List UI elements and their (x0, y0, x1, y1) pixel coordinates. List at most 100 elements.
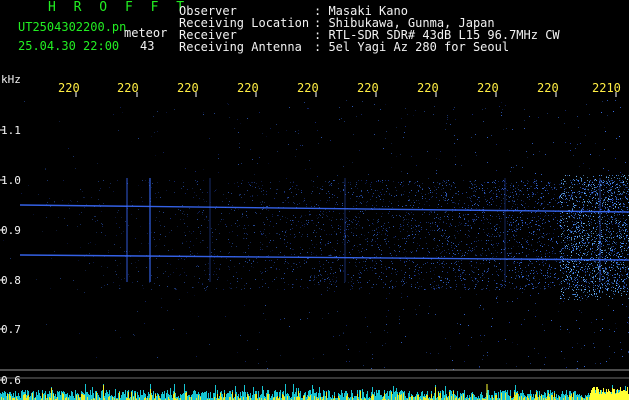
noise-pixel (488, 222, 489, 223)
noise-pixel (617, 184, 618, 185)
noise-pixel (374, 234, 375, 235)
noise-pixel (474, 223, 475, 224)
noise-pixel (321, 275, 322, 276)
noise-pixel (607, 207, 608, 208)
noise-pixel (480, 335, 481, 336)
noise-pixel (297, 267, 298, 268)
noise-pixel (452, 256, 453, 257)
noise-pixel (522, 276, 523, 277)
noise-pixel (550, 276, 551, 277)
noise-pixel (189, 231, 190, 232)
noise-pixel (430, 190, 431, 191)
noise-pixel (445, 129, 446, 130)
noise-pixel (519, 276, 520, 277)
noise-pixel (419, 245, 420, 246)
noise-pixel (564, 181, 565, 182)
noise-pixel (561, 183, 562, 184)
noise-pixel (86, 204, 87, 205)
noise-pixel (376, 273, 377, 274)
noise-pixel (254, 174, 255, 175)
noise-pixel (615, 219, 616, 220)
noise-pixel (422, 188, 423, 189)
noise-pixel (529, 196, 530, 197)
noise-pixel (361, 273, 362, 274)
noise-pixel (448, 241, 449, 242)
noise-pixel (609, 266, 610, 267)
noise-pixel (484, 232, 485, 233)
noise-pixel (518, 228, 519, 229)
noise-pixel (580, 237, 581, 238)
noise-pixel (568, 192, 569, 193)
noise-pixel (241, 163, 242, 164)
noise-pixel (419, 185, 420, 186)
noise-pixel (577, 294, 578, 295)
noise-pixel (165, 236, 166, 237)
noise-pixel (442, 243, 443, 244)
noise-pixel (496, 194, 497, 195)
noise-pixel (425, 198, 426, 199)
noise-pixel (205, 290, 206, 291)
noise-pixel (326, 260, 327, 261)
noise-pixel (377, 238, 378, 239)
noise-pixel (300, 286, 301, 287)
noise-pixel (388, 213, 389, 214)
noise-pixel (618, 202, 619, 203)
noise-pixel (543, 275, 544, 276)
noise-pixel (348, 349, 349, 350)
noise-pixel (497, 232, 498, 233)
noise-pixel (590, 264, 591, 265)
noise-pixel (155, 220, 156, 221)
noise-pixel (534, 348, 535, 349)
noise-pixel (284, 192, 285, 193)
noise-pixel (481, 220, 482, 221)
noise-pixel (611, 287, 612, 288)
noise-pixel (432, 222, 433, 223)
noise-pixel (609, 232, 610, 233)
noise-pixel (597, 226, 598, 227)
noise-pixel (611, 193, 612, 194)
noise-pixel (619, 277, 620, 278)
noise-pixel (459, 270, 460, 271)
noise-pixel (407, 173, 408, 174)
noise-pixel (267, 219, 268, 220)
noise-pixel (294, 234, 295, 235)
noise-pixel (236, 246, 237, 247)
noise-pixel (245, 252, 246, 253)
noise-pixel (122, 112, 123, 113)
noise-pixel (527, 188, 528, 189)
noise-pixel (298, 189, 299, 190)
noise-pixel (459, 266, 460, 267)
noise-pixel (607, 227, 608, 228)
noise-pixel (394, 250, 395, 251)
noise-pixel (581, 290, 582, 291)
noise-pixel (553, 198, 554, 199)
noise-pixel (572, 250, 573, 251)
noise-pixel (413, 214, 414, 215)
noise-pixel (593, 285, 594, 286)
noise-pixel (595, 261, 596, 262)
noise-pixel (261, 188, 262, 189)
noise-pixel (515, 188, 516, 189)
noise-pixel (607, 290, 608, 291)
noise-pixel (603, 229, 604, 230)
noise-pixel (184, 272, 185, 273)
noise-pixel (197, 253, 198, 254)
noise-pixel (182, 243, 183, 244)
noise-pixel (525, 209, 526, 210)
noise-pixel (444, 216, 445, 217)
noise-pixel (566, 192, 567, 193)
noise-pixel (151, 136, 152, 137)
noise-pixel (611, 237, 612, 238)
noise-pixel (269, 233, 270, 234)
noise-pixel (581, 192, 582, 193)
noise-pixel (624, 248, 625, 249)
noise-pixel (516, 229, 517, 230)
noise-pixel (535, 194, 536, 195)
noise-pixel (521, 204, 522, 205)
noise-pixel (391, 216, 392, 217)
noise-pixel (596, 319, 597, 320)
noise-pixel (222, 201, 223, 202)
noise-pixel (369, 280, 370, 281)
noise-pixel (348, 192, 349, 193)
noise-pixel (456, 246, 457, 247)
